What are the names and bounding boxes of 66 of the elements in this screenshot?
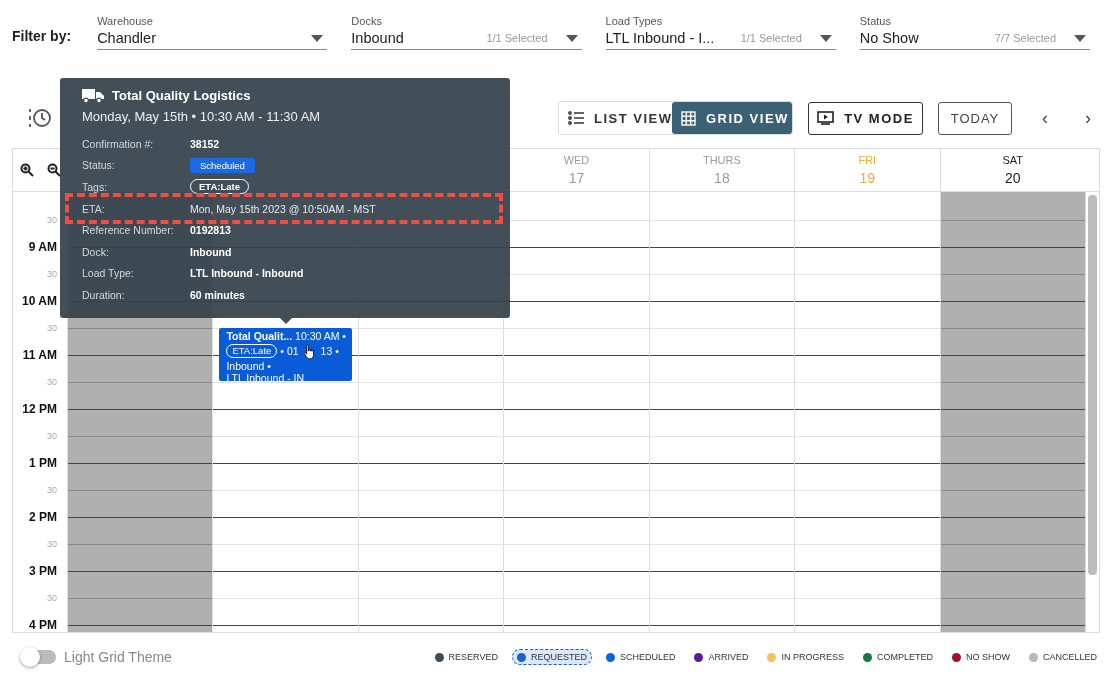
legend-item[interactable]: CANCELLED [1023, 649, 1102, 665]
event-time: 10:30 AM • [295, 330, 347, 342]
legend-item[interactable]: NO SHOW [946, 649, 1015, 665]
time-label: 3 PM [29, 564, 57, 578]
field-value: LTL Inbound - Inbound [190, 267, 304, 280]
time-label: 1 PM [29, 456, 57, 470]
time-label: 2 PM [29, 510, 57, 524]
day-name: WED [563, 154, 590, 166]
filter-dropdown[interactable]: Status No Show 7/7 Selected [859, 15, 1090, 50]
next-button[interactable]: › [1078, 107, 1098, 129]
field-value: 38152 [190, 137, 220, 150]
today-button[interactable]: TODAY [938, 101, 1012, 135]
time-label: 30 [47, 323, 57, 333]
field-label: ETA: [82, 202, 106, 215]
filter-dropdown[interactable]: Load Types LTL Inbound - I... 1/1 Selected [605, 15, 836, 50]
field-label: Dock: [82, 245, 110, 258]
carrier-name: Total Quality Logistics [112, 88, 251, 103]
previous-button[interactable]: ‹ [1035, 107, 1055, 129]
event-title: Total Qualit... [226, 330, 293, 342]
status-badge: Scheduled [190, 157, 255, 173]
time-label: 30 [47, 485, 57, 495]
field-label: Duration: [82, 288, 126, 301]
appointment-time: Monday, May 15th • 10:30 AM - 11:30 AM [82, 109, 322, 124]
day-date: 17 [568, 170, 585, 186]
time-label: 9 AM [28, 240, 57, 254]
legend-item[interactable]: SCHEDULED [600, 649, 681, 665]
filter-label: Filter by: [12, 28, 72, 44]
field-label: Load Type: [82, 267, 135, 280]
view-tab[interactable]: LIST VIEW [559, 102, 672, 134]
time-label: 10 AM [22, 294, 57, 308]
day-date: 20 [1004, 170, 1021, 186]
field-label: Confirmation #: [82, 137, 155, 150]
field-label: Reference Number: [82, 224, 175, 237]
legend-item[interactable]: ARRIVED [689, 649, 754, 665]
field-value: 60 minutes [190, 288, 245, 301]
field-label: Tags: [82, 181, 109, 193]
field-value: Inbound [190, 245, 232, 258]
field-value: Mon, May 15th 2023 @ 10:50AM - MST [190, 202, 376, 215]
legend-item[interactable]: REQUESTED [511, 649, 592, 665]
field-value: 0192813 [190, 224, 231, 237]
tv-mode-button[interactable]: TV MODE [808, 101, 923, 135]
legend-item[interactable]: RESERVED [429, 649, 503, 665]
day-name: THURS [702, 154, 741, 166]
day-date: 19 [859, 170, 876, 186]
filter-dropdown[interactable]: Warehouse Chandler [97, 15, 328, 50]
time-label: 12 PM [22, 402, 57, 416]
time-label: 4 PM [29, 618, 57, 632]
event-reference: • 01 [280, 344, 299, 358]
field-label: Status: [82, 159, 116, 172]
time-label: 30 [47, 215, 57, 225]
event-dock: Inbound • [226, 359, 271, 372]
time-label: 30 [47, 593, 57, 603]
filter-dropdown[interactable]: Docks Inbound 1/1 Selected [351, 15, 582, 50]
toggle-label: Light Grid Theme [64, 649, 172, 665]
time-label: 30 [47, 431, 57, 441]
day-date: 18 [714, 170, 730, 186]
time-label: 11 AM [22, 348, 57, 362]
time-label: 30 [47, 539, 57, 549]
time-label: 30 [47, 377, 57, 387]
legend-item[interactable]: IN PROGRESS [762, 649, 849, 665]
day-name: FRI [858, 154, 877, 166]
event-reference: 13 • [320, 344, 339, 358]
time-label: 30 [47, 269, 57, 279]
view-tab[interactable]: GRID VIEW [672, 102, 792, 134]
day-name: SAT [1002, 154, 1024, 166]
legend-item[interactable]: COMPLETED [857, 649, 938, 665]
